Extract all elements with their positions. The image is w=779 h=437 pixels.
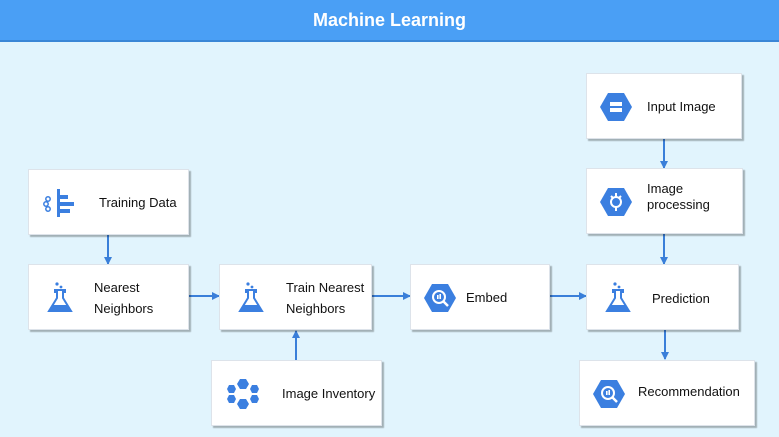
lab-flask-icon: [47, 282, 73, 312]
node-label: Input Image: [647, 99, 716, 114]
node-embed[interactable]: Embed: [410, 264, 550, 330]
node-label: Train Nearest Neighbors: [286, 280, 365, 316]
vision-hexagon-icon: [600, 188, 632, 216]
node-image-processing[interactable]: Image processing: [586, 168, 743, 234]
node-label: Image Inventory: [282, 386, 376, 401]
node-train-nearest-neighbors[interactable]: Train Nearest Neighbors: [219, 264, 372, 330]
data-pipeline-icon: [43, 189, 74, 217]
node-nearest-neighbors[interactable]: Nearest Neighbors: [28, 264, 189, 330]
node-label: Training Data: [99, 195, 177, 210]
node-recommendation[interactable]: Recommendation: [579, 360, 755, 426]
query-hexagon-icon: [593, 380, 625, 408]
node-input-image[interactable]: Input Image: [586, 73, 742, 139]
node-label: Image processing: [647, 181, 710, 212]
node-prediction[interactable]: Prediction: [586, 264, 739, 330]
node-label: Embed: [466, 290, 508, 305]
lab-flask-icon: [605, 282, 631, 312]
node-training-data[interactable]: Training Data: [28, 169, 189, 235]
query-hexagon-icon: [424, 284, 456, 312]
node-label: Prediction: [652, 291, 710, 306]
node-label: Nearest Neighbors: [94, 280, 154, 316]
node-label: Recommendation: [638, 384, 740, 399]
lab-flask-icon: [238, 282, 264, 312]
cluster-hexagons-icon: [227, 379, 259, 409]
storage-hexagon-icon: [600, 93, 632, 121]
node-image-inventory[interactable]: Image Inventory: [211, 360, 382, 426]
